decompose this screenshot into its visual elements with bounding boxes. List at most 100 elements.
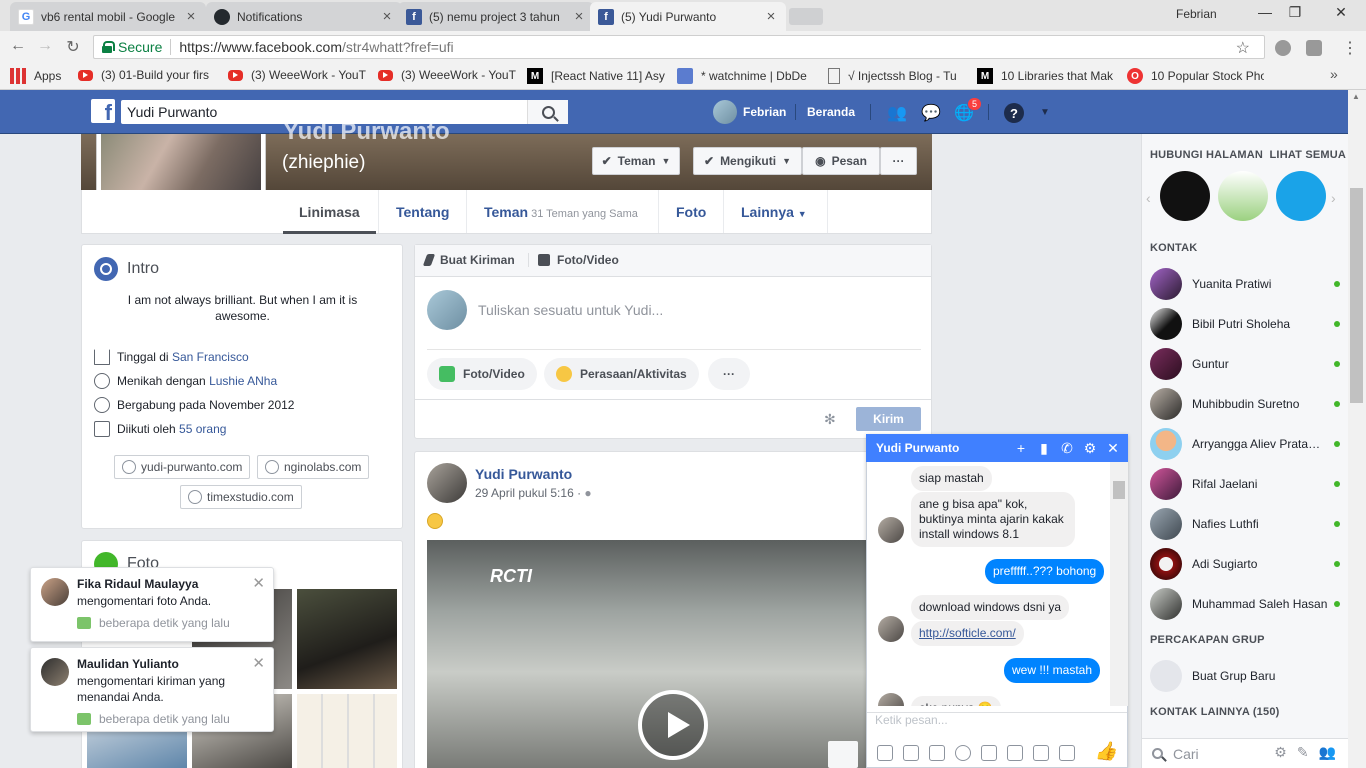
home-link[interactable]: Beranda xyxy=(807,105,855,119)
see-all-link[interactable]: LIHAT SEMUA xyxy=(1270,149,1347,161)
attachment-icon[interactable] xyxy=(981,745,997,761)
contact-item[interactable]: Yuanita Pratiwi xyxy=(1150,268,1340,300)
spouse-link[interactable]: Lushie ANha xyxy=(209,374,277,388)
phone-icon[interactable]: ✆ xyxy=(1059,440,1075,457)
page-logo[interactable] xyxy=(1218,171,1268,221)
bookmark-item[interactable]: √ Injectssh Blog - Tu xyxy=(828,68,966,84)
contact-item[interactable]: Muhibbudin Suretno xyxy=(1150,388,1340,420)
compose-icon[interactable]: ✎ xyxy=(1297,744,1309,761)
friend-requests-icon[interactable]: 👥 xyxy=(886,103,908,123)
bookmark-item[interactable]: (3) 01-Build your firs xyxy=(78,68,218,82)
bookmark-apps[interactable]: Apps xyxy=(10,68,70,84)
photo-video-chip[interactable]: Foto/Video xyxy=(427,358,537,390)
photo-thumbnail[interactable] xyxy=(297,589,397,689)
tab-photos[interactable]: Foto xyxy=(676,204,706,220)
create-group-button[interactable]: Buat Grup Baru xyxy=(1150,660,1340,692)
bookmark-item[interactable]: M [React Native 11] Asy xyxy=(527,68,665,84)
post-author[interactable]: Yudi Purwanto xyxy=(475,466,572,482)
thumbs-up-icon[interactable]: 👍 xyxy=(1095,741,1117,762)
browser-tab-google[interactable]: G vb6 rental mobil - Google × xyxy=(10,2,206,31)
avatar[interactable] xyxy=(427,463,467,503)
search-button[interactable] xyxy=(527,100,568,124)
gear-icon[interactable]: ⚙ xyxy=(1082,440,1098,457)
city-link[interactable]: San Francisco xyxy=(172,350,249,364)
message-button[interactable]: ◉ Pesan xyxy=(802,147,880,175)
reload-icon[interactable]: ↻ xyxy=(63,37,83,57)
close-icon[interactable]: ✕ xyxy=(252,574,265,592)
add-person-icon[interactable]: + xyxy=(1013,440,1029,456)
browser-tab-yudi[interactable]: f (5) Yudi Purwanto × xyxy=(590,2,786,31)
post-timestamp[interactable]: 29 April pukul 5:16 · ● xyxy=(475,486,592,500)
emoji-icon[interactable] xyxy=(955,745,971,761)
minimize-icon[interactable]: — xyxy=(1250,4,1280,20)
tab-friends[interactable]: Teman 31 Teman yang Sama xyxy=(484,204,638,220)
close-icon[interactable]: ✕ xyxy=(252,654,265,672)
table-icon[interactable] xyxy=(1059,745,1075,761)
gear-icon[interactable]: ✻ xyxy=(824,411,836,428)
bookmark-item[interactable]: M 10 Libraries that Mak xyxy=(977,68,1115,84)
notification-toast[interactable]: Fika Ridaul Maulayya mengomentari foto A… xyxy=(30,567,274,642)
extension-icon[interactable] xyxy=(1306,40,1322,56)
bookmark-item[interactable]: (3) WeeeWork - YouT xyxy=(228,68,368,82)
group-add-icon[interactable]: 👥 xyxy=(1319,744,1336,761)
sticker-icon[interactable] xyxy=(903,745,919,761)
image-icon[interactable] xyxy=(877,745,893,761)
photo-thumbnail[interactable] xyxy=(297,694,397,768)
extension-icon[interactable] xyxy=(1275,40,1291,56)
close-icon[interactable]: × xyxy=(572,8,586,25)
tab-photo-video[interactable]: Foto/Video xyxy=(538,253,619,267)
contact-item[interactable]: Bibil Putri Sholeha xyxy=(1150,308,1340,340)
close-icon[interactable]: × xyxy=(380,8,394,25)
website-link[interactable]: yudi-purwanto.com xyxy=(114,455,251,479)
video-call-icon[interactable]: ▮ xyxy=(1036,440,1052,457)
bookmark-item[interactable]: O 10 Popular Stock Pho xyxy=(1127,68,1264,84)
close-icon[interactable]: × xyxy=(184,8,198,25)
messenger-icon[interactable]: 💬 xyxy=(920,103,942,123)
bookmark-item[interactable]: * watchnime | DbDe xyxy=(677,68,817,84)
link-icon[interactable] xyxy=(1007,745,1023,761)
page-scrollbar-thumb[interactable] xyxy=(1350,188,1363,403)
bookmark-item[interactable]: (3) WeeeWork - YouT xyxy=(378,68,516,82)
feeling-activity-chip[interactable]: Perasaan/Aktivitas xyxy=(544,358,699,390)
facebook-logo-icon[interactable]: f xyxy=(91,99,115,124)
close-icon[interactable]: × xyxy=(764,8,778,25)
chevron-left-icon[interactable]: ‹ xyxy=(1146,190,1151,206)
contact-item[interactable]: Guntur xyxy=(1150,348,1340,380)
play-button-icon[interactable] xyxy=(638,690,708,760)
secure-indicator[interactable]: Secure xyxy=(102,39,162,55)
window-close-icon[interactable]: ✕ xyxy=(1326,4,1356,21)
following-button[interactable]: ✔ Mengikuti ▼ xyxy=(693,147,802,175)
more-options-button[interactable]: ··· xyxy=(880,147,917,175)
gif-icon[interactable] xyxy=(929,745,945,761)
website-link[interactable]: timexstudio.com xyxy=(180,485,302,509)
fb-profile-link[interactable]: Febrian xyxy=(713,100,786,124)
page-logo[interactable] xyxy=(1160,171,1210,221)
chat-message-input[interactable]: Ketik pesan... xyxy=(867,712,1127,736)
globe-icon[interactable] xyxy=(828,741,858,768)
restore-icon[interactable]: ❐ xyxy=(1280,4,1310,21)
chevron-right-icon[interactable]: › xyxy=(1331,190,1336,206)
followers-link[interactable]: 55 orang xyxy=(179,422,226,436)
scroll-up-icon[interactable]: ▲ xyxy=(1352,92,1360,101)
chat-scrollbar-thumb[interactable] xyxy=(1113,481,1125,499)
forward-icon[interactable]: → xyxy=(35,37,55,55)
friends-button[interactable]: ✔ Teman ▼ xyxy=(592,147,680,175)
chat-link[interactable]: http://softicle.com/ xyxy=(911,621,1024,646)
tab-more[interactable]: Lainnya ▼ xyxy=(741,204,807,220)
address-bar[interactable]: Secure https://www.facebook.com/str4what… xyxy=(93,35,1265,59)
tab-about[interactable]: Tentang xyxy=(396,204,449,220)
account-menu-chevron-icon[interactable]: ▼ xyxy=(1040,107,1050,118)
close-icon[interactable]: ✕ xyxy=(1105,440,1121,457)
camera-icon[interactable] xyxy=(1033,745,1049,761)
browser-tab-nemu-project[interactable]: f (5) nemu project 3 tahun × xyxy=(398,2,594,31)
tab-timeline[interactable]: Linimasa xyxy=(299,204,360,220)
contact-item[interactable]: Arryangga Aliev Pratamaputra xyxy=(1150,428,1340,460)
website-link[interactable]: nginolabs.com xyxy=(257,455,370,479)
contact-item[interactable]: Nafies Luthfi xyxy=(1150,508,1340,540)
browser-profile-name[interactable]: Febrian xyxy=(1176,7,1217,21)
back-icon[interactable]: ← xyxy=(8,37,28,55)
contact-item[interactable]: Adi Sugiarto xyxy=(1150,548,1340,580)
help-icon[interactable]: ? xyxy=(1004,103,1024,123)
tab-create-post[interactable]: Buat Kiriman xyxy=(422,253,515,267)
contact-item[interactable]: Rifal Jaelani xyxy=(1150,468,1340,500)
